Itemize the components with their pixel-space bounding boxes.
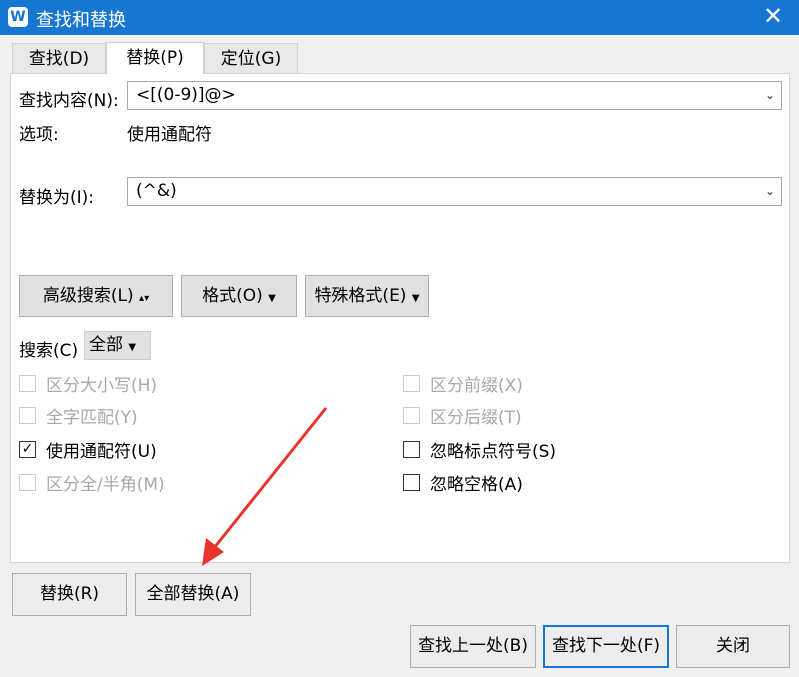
replace-label: 替换为(I): xyxy=(19,188,95,208)
checkbox-label: 忽略空格(A) xyxy=(430,474,523,495)
find-previous-button[interactable]: 查找上一处(B) xyxy=(410,625,536,668)
checkbox-label: 忽略标点符号(S) xyxy=(430,441,557,462)
dropdown-icon: ▼ xyxy=(268,293,276,304)
format-button[interactable]: 格式(O) ▼ xyxy=(181,275,297,317)
chevron-down-icon[interactable]: ⌄ xyxy=(765,82,775,109)
checkbox-label: 区分前缀(X) xyxy=(430,375,523,396)
advanced-search-button[interactable]: 高级搜索(L) ▴▾ xyxy=(19,275,173,317)
find-label: 查找内容(N): xyxy=(19,91,119,111)
search-label: 搜索(C) xyxy=(19,341,79,361)
advanced-search-label: 高级搜索(L) xyxy=(42,286,134,306)
search-direction-value: 全部 xyxy=(89,335,123,355)
replace-all-button[interactable]: 全部替换(A) xyxy=(135,573,251,616)
checkbox xyxy=(403,406,420,424)
option-checkbox-row[interactable]: ✓ 使用通配符(U) xyxy=(19,439,157,462)
dropdown-icon: ▼ xyxy=(128,342,137,353)
option-checkbox-row: 区分大小写(H) xyxy=(19,373,158,396)
special-format-label: 特殊格式(E) xyxy=(314,286,407,306)
option-checkbox-row: 区分全/半角(M) xyxy=(19,472,165,495)
options-value: 使用通配符 xyxy=(127,125,212,145)
wps-logo-icon: W xyxy=(8,7,28,27)
option-checkbox-row: 全字匹配(Y) xyxy=(19,405,138,428)
tab-replace[interactable]: 替换(P) xyxy=(106,42,204,74)
replace-value: (^&) xyxy=(136,181,177,201)
special-format-button[interactable]: 特殊格式(E) ▼ xyxy=(305,275,429,317)
checkbox xyxy=(19,473,36,491)
find-input[interactable]: <[(0-9)]@> ⌄ xyxy=(127,81,782,110)
checkbox[interactable] xyxy=(403,440,420,458)
replace-button[interactable]: 替换(R) xyxy=(12,573,127,616)
tab-goto[interactable]: 定位(G) xyxy=(204,43,298,74)
title-bar: W 查找和替换 ✕ xyxy=(0,0,799,35)
tab-find[interactable]: 查找(D) xyxy=(12,43,106,74)
checkbox-label: 区分大小写(H) xyxy=(46,375,158,396)
format-label: 格式(O) xyxy=(202,286,263,306)
window-title: 查找和替换 xyxy=(36,10,126,31)
chevron-down-icon[interactable]: ⌄ xyxy=(765,178,775,205)
collapse-icon: ▴▾ xyxy=(139,293,150,304)
close-window-icon[interactable]: ✕ xyxy=(763,2,783,30)
dropdown-icon: ▼ xyxy=(411,293,420,304)
checkbox xyxy=(19,406,36,424)
replace-input[interactable]: (^&) ⌄ xyxy=(127,177,782,206)
checkbox xyxy=(403,374,420,392)
checkbox xyxy=(19,374,36,392)
checkbox[interactable]: ✓ xyxy=(19,440,36,458)
find-value: <[(0-9)]@> xyxy=(136,85,236,105)
checkbox[interactable] xyxy=(403,473,420,491)
option-checkbox-row: 区分后缀(T) xyxy=(403,405,522,428)
checkbox-label: 区分后缀(T) xyxy=(430,407,522,428)
options-label: 选项: xyxy=(19,125,59,145)
find-next-button[interactable]: 查找下一处(F) xyxy=(543,625,669,668)
search-direction-select[interactable]: 全部 ▼ xyxy=(84,331,151,360)
checkbox-label: 使用通配符(U) xyxy=(46,441,157,462)
checkbox-label: 全字匹配(Y) xyxy=(46,407,138,428)
option-checkbox-row[interactable]: 忽略空格(A) xyxy=(403,472,523,495)
close-button[interactable]: 关闭 xyxy=(676,625,790,668)
checkbox-label: 区分全/半角(M) xyxy=(46,474,165,495)
option-checkbox-row: 区分前缀(X) xyxy=(403,373,523,396)
option-checkbox-row[interactable]: 忽略标点符号(S) xyxy=(403,439,557,462)
